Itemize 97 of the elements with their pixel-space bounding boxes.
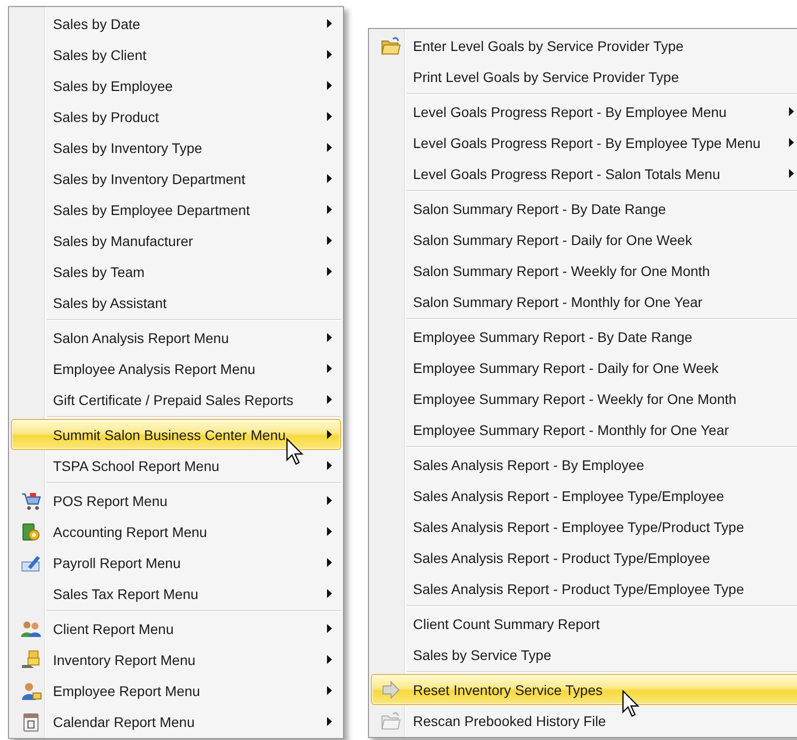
menu-item[interactable]: Salon Summary Report - Monthly for One Year — [371, 286, 797, 317]
menu-item-label: Sales Analysis Report - Product Type/Employee Type — [412, 580, 745, 596]
menu-item-label: Level Goals Progress Report - Salon Totals Menu — [412, 166, 722, 182]
menu-item-label: TSPA School Report Menu — [52, 458, 220, 474]
menu-item[interactable]: Sales Analysis Report - Product Type/Employee — [371, 542, 797, 573]
menu-item[interactable]: Payroll Report Menu — [11, 547, 341, 578]
menu-item-label: Client Report Menu — [52, 620, 175, 636]
menu-item-label: Sales by Team — [52, 264, 146, 280]
menu-item-label: Employee Summary Report - Daily for One Week — [412, 360, 720, 376]
menu-item[interactable]: Employee Report Menu — [11, 675, 341, 706]
mouse-pointer-icon — [286, 438, 306, 466]
menu-item[interactable]: Calendar Report Menu — [11, 706, 341, 737]
menu-item[interactable]: Sales by Manufacturer — [11, 225, 341, 256]
menu-item[interactable]: Sales by Client — [11, 39, 341, 70]
menu-item[interactable]: Client Count Summary Report — [371, 608, 797, 639]
menu-item-label: Sales by Manufacturer — [52, 232, 194, 248]
menu-item-label: Summit Salon Business Center Menu — [52, 426, 287, 442]
menu-item-label: Sales by Employee Department — [52, 202, 251, 218]
menu-item[interactable]: Sales by Team — [11, 256, 341, 287]
menu-item[interactable]: Sales Analysis Report - Product Type/Employee Type — [371, 573, 797, 604]
menu-item-label: Rescan Prebooked History File — [412, 712, 607, 728]
menu-item[interactable]: Employee Summary Report - Weekly for One Month — [371, 383, 797, 414]
menu-item-label: Inventory Report Menu — [52, 652, 196, 668]
menu-item-label: Sales Analysis Report - Employee Type/Product Type — [412, 518, 745, 534]
menu-item-label: Sales by Employee — [52, 78, 174, 94]
menu-item-label: Salon Summary Report - By Date Range — [412, 200, 667, 216]
menu-item-label: Employee Report Menu — [52, 682, 202, 698]
menu-item[interactable]: Sales Analysis Report - Employee Type/Product Type — [371, 511, 797, 542]
menu-item-label: Client Count Summary Report — [412, 616, 601, 632]
menu-item[interactable]: Summit Salon Business Center Menu — [11, 419, 341, 450]
menu-item-label: Sales by Inventory Type — [52, 140, 204, 156]
menu-item[interactable]: Sales by Inventory Type — [11, 132, 341, 163]
menu-item[interactable]: Sales Analysis Report - Employee Type/Employee — [371, 480, 797, 511]
boxes-hand-icon — [20, 648, 42, 670]
menu-item-label: Salon Summary Report - Daily for One Week — [412, 232, 694, 248]
menu-item[interactable]: POS Report Menu — [11, 485, 341, 516]
menu-item[interactable]: Employee Analysis Report Menu — [11, 353, 341, 384]
ledger-gear-icon — [20, 520, 42, 542]
menu-item-label: Reset Inventory Service Types — [412, 682, 604, 698]
menu-item-label: Sales Analysis Report - By Employee — [412, 456, 646, 472]
menu-item-label: Level Goals Progress Report - By Employee Type Menu — [412, 134, 762, 150]
folder-icon — [380, 710, 402, 732]
menu-item-label: Sales Tax Report Menu — [52, 586, 200, 602]
menu-item[interactable]: Sales by Assistant — [11, 287, 341, 318]
menu-item[interactable]: Accounting Report Menu — [11, 516, 341, 547]
menu-item-label: Salon Analysis Report Menu — [52, 330, 230, 346]
menu-item[interactable]: Reset Inventory Service Types — [371, 674, 797, 705]
menu-item-label: Level Goals Progress Report - By Employee Menu — [412, 104, 728, 120]
menu-item-label: Sales Analysis Report - Employee Type/Employee — [412, 488, 726, 504]
menu-item[interactable]: Salon Summary Report - By Date Range — [371, 193, 797, 224]
menu-item-label: Salon Summary Report - Weekly for One Month — [412, 262, 711, 278]
menu-item[interactable]: Sales by Product — [11, 101, 341, 132]
menu-item-label: Employee Analysis Report Menu — [52, 360, 256, 376]
menu-item-label: Employee Summary Report - By Date Range — [412, 328, 694, 344]
mouse-pointer-icon — [622, 690, 642, 718]
menu-item[interactable]: Sales by Employee Department — [11, 194, 341, 225]
menu-item[interactable]: Sales by Employee — [11, 70, 341, 101]
menu-item[interactable]: Inventory Report Menu — [11, 644, 341, 675]
menu-item[interactable]: Sales by Service Type — [371, 639, 797, 670]
menu-item[interactable]: Salon Summary Report - Daily for One Week — [371, 224, 797, 255]
menu-item[interactable]: Employee Summary Report - By Date Range — [371, 321, 797, 352]
menu-item[interactable]: Rescan Prebooked History File — [371, 705, 797, 736]
menu-item[interactable]: Employee Summary Report - Monthly for One Year — [371, 414, 797, 445]
menu-item-label: Calendar Report Menu — [52, 714, 196, 730]
folder-icon — [380, 34, 402, 56]
menu-item-label: Employee Summary Report - Weekly for One Month — [412, 390, 738, 406]
menu-item[interactable]: Salon Summary Report - Weekly for One Month — [371, 255, 797, 286]
menu-item[interactable]: Salon Analysis Report Menu — [11, 322, 341, 353]
menu-item[interactable]: Sales Tax Report Menu — [11, 578, 341, 609]
menu-item[interactable]: Level Goals Progress Report - By Employee Type Menu — [371, 127, 797, 158]
menu-item-label: Payroll Report Menu — [52, 554, 182, 570]
menu-item-label: POS Report Menu — [52, 492, 168, 508]
arrow-icon — [380, 678, 402, 700]
menu-item[interactable]: Enter Level Goals by Service Provider Type — [371, 30, 797, 61]
menu-item[interactable]: Sales by Date — [11, 8, 341, 39]
menu-item[interactable]: Client Report Menu — [11, 613, 341, 644]
menu-item-label: Sales Analysis Report - Product Type/Employee — [412, 550, 712, 566]
menu-item-label: Gift Certificate / Prepaid Sales Reports — [52, 392, 294, 408]
menu-item[interactable]: Print Level Goals by Service Provider Type — [371, 61, 797, 92]
menu-item-label: Sales by Service Type — [412, 646, 552, 662]
menu-item-label: Accounting Report Menu — [52, 524, 208, 540]
menu-item-label: Salon Summary Report - Monthly for One Year — [412, 294, 704, 310]
menu-item[interactable]: Sales Analysis Report - By Employee — [371, 449, 797, 480]
menu-item[interactable]: TSPA School Report Menu — [11, 450, 341, 481]
menu-item-label: Print Level Goals by Service Provider Type — [412, 68, 680, 84]
menu-item[interactable]: Level Goals Progress Report - By Employee Menu — [371, 96, 797, 127]
menu-item[interactable]: Employee Summary Report - Daily for One Week — [371, 352, 797, 383]
menu-item-label: Sales by Date — [52, 16, 142, 32]
menu-item-label: Sales by Inventory Department — [52, 170, 246, 186]
menu-item-label: Sales by Product — [52, 108, 160, 124]
menu-item[interactable]: Level Goals Progress Report - Salon Totals Menu — [371, 158, 797, 189]
menu-item-label: Enter Level Goals by Service Provider Type — [412, 38, 685, 54]
menu-item[interactable]: Gift Certificate / Prepaid Sales Reports — [11, 384, 341, 415]
menu-item[interactable]: Sales by Inventory Department — [11, 163, 341, 194]
menu-item-label: Sales by Client — [52, 46, 148, 62]
menu-item-label: Sales by Assistant — [52, 294, 168, 310]
menu-item-label: Employee Summary Report - Monthly for One Year — [412, 422, 730, 438]
